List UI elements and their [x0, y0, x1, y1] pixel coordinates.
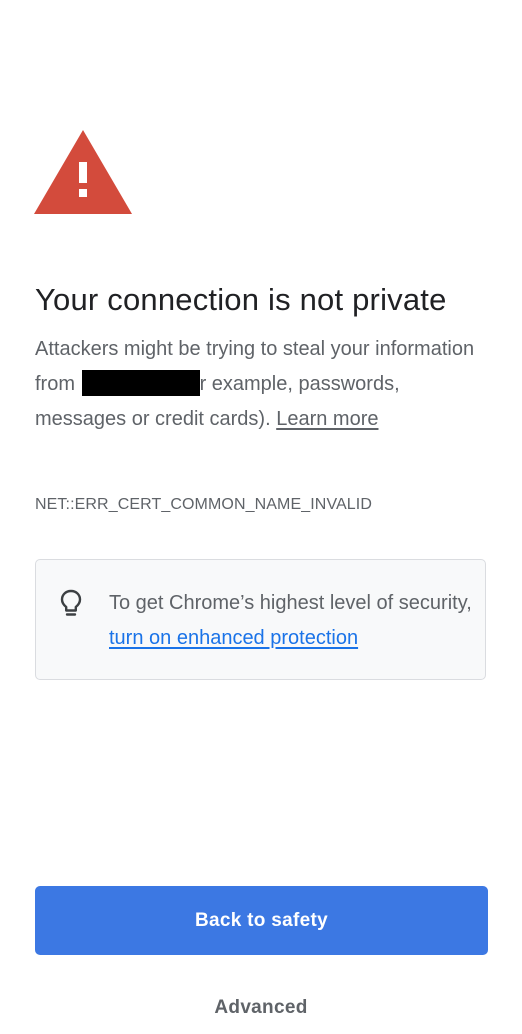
- warning-triangle-icon: [34, 130, 132, 214]
- advanced-button[interactable]: Advanced: [161, 990, 361, 1026]
- enhanced-protection-box: To get Chrome’s highest level of securit…: [35, 559, 486, 680]
- interstitial-page: Your connection is not private Attackers…: [0, 0, 522, 1034]
- enhanced-protection-message: To get Chrome’s highest level of securit…: [109, 592, 472, 614]
- back-to-safety-button[interactable]: Back to safety: [35, 886, 488, 955]
- enhanced-protection-text: To get Chrome’s highest level of securit…: [109, 586, 479, 656]
- error-code: NET::ERR_CERT_COMMON_NAME_INVALID: [35, 496, 372, 513]
- lightbulb-icon: [60, 589, 82, 616]
- page-title: Your connection is not private: [35, 282, 447, 317]
- redacted-domain: [81, 370, 200, 396]
- enhanced-protection-link[interactable]: turn on enhanced protection: [109, 627, 358, 649]
- warning-description: Attackers might be trying to steal your …: [35, 332, 480, 437]
- learn-more-link[interactable]: Learn more: [276, 408, 378, 430]
